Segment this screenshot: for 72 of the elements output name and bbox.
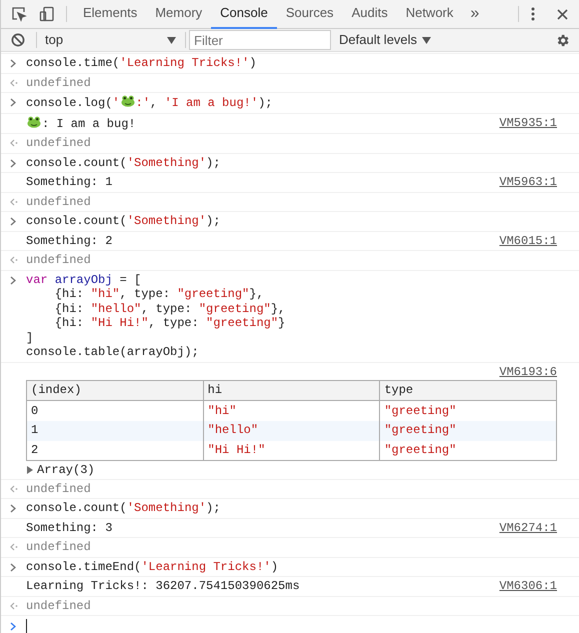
source-link[interactable]: VM6015:1 xyxy=(499,234,557,248)
code-line: {hi: "hi", type: "greeting"}, xyxy=(54,287,265,302)
clear-console-icon[interactable] xyxy=(11,33,25,47)
result-arrow-icon xyxy=(10,602,18,610)
code-line: console.log(' :', 'I am a bug!'); xyxy=(26,95,272,110)
log-message: Something: 1 xyxy=(26,175,114,190)
table-cell: 2 xyxy=(26,440,204,460)
context-select[interactable]: top xyxy=(37,29,182,51)
column-header[interactable]: type xyxy=(380,380,556,400)
source-link[interactable]: VM6306:1 xyxy=(499,579,557,594)
column-header[interactable]: (index) xyxy=(26,380,204,400)
log-message: : I am a bug! xyxy=(26,116,500,131)
panel-tab[interactable]: Audits xyxy=(342,0,397,28)
prompt-icon xyxy=(10,562,16,572)
result-arrow-icon xyxy=(10,484,18,492)
log-message: Something: 2 xyxy=(26,234,114,248)
result-text: undefined xyxy=(26,136,91,150)
code-line: console.count('Something'); xyxy=(26,501,220,516)
code-line: {hi: "Hi Hi!", type: "greeting"} xyxy=(54,316,286,330)
result-arrow-icon xyxy=(10,256,18,264)
source-link[interactable]: VM6193:6 xyxy=(499,364,557,379)
prompt-icon xyxy=(10,276,16,284)
input-prompt-icon xyxy=(10,622,16,630)
panel-tab[interactable]: Elements xyxy=(74,0,146,28)
source-link[interactable]: VM5935:1 xyxy=(499,116,557,131)
device-toolbar-icon[interactable] xyxy=(39,6,55,22)
more-tabs-button[interactable]: » xyxy=(462,2,488,26)
prompt-icon xyxy=(10,98,16,107)
settings-icon[interactable] xyxy=(555,32,570,48)
prompt-icon xyxy=(10,217,16,226)
result-text: undefined xyxy=(26,76,91,90)
dropdown-arrow-icon xyxy=(167,36,176,44)
source-link[interactable]: VM6274:1 xyxy=(499,520,557,535)
inspect-element-icon[interactable] xyxy=(11,6,27,22)
code-line: console.timeEnd('Learning Tricks!') xyxy=(26,560,278,574)
result-arrow-icon xyxy=(10,139,18,147)
code-line: console.count('Something'); xyxy=(26,214,220,228)
panel-tab[interactable]: Network xyxy=(396,0,462,28)
filter-field[interactable]: Filter xyxy=(189,30,331,50)
close-icon[interactable] xyxy=(557,8,568,20)
code-line: var arrayObj = [ xyxy=(26,272,142,287)
log-message: Learning Tricks!: 36207.754150390625ms xyxy=(26,579,301,594)
code-line: console.count('Something'); xyxy=(26,156,220,170)
log-message: Something: 3 xyxy=(26,520,114,535)
result-arrow-icon xyxy=(10,543,18,551)
prompt-icon xyxy=(10,158,16,168)
result-text: undefined xyxy=(26,253,91,268)
result-text: undefined xyxy=(26,540,91,554)
result-text: undefined xyxy=(26,194,91,209)
code-line: {hi: "hello", type: "greeting"}, xyxy=(54,302,286,316)
column-header[interactable]: hi xyxy=(203,380,380,400)
result-arrow-icon xyxy=(10,198,18,206)
prompt-icon xyxy=(10,504,16,513)
code-line: console.table(arrayObj); xyxy=(26,345,200,360)
array-summary[interactable]: Array(3) xyxy=(37,463,95,478)
table-cell: "Hi Hi!" xyxy=(203,440,380,460)
log-levels-dropdown[interactable]: Default levels xyxy=(339,29,432,51)
dropdown-arrow-icon xyxy=(422,36,432,44)
code-line: console.time('Learning Tricks!') xyxy=(26,56,256,70)
result-text: undefined xyxy=(26,598,91,613)
source-link[interactable]: VM5963:1 xyxy=(499,175,557,190)
result-arrow-icon xyxy=(10,78,18,86)
more-options-icon[interactable] xyxy=(531,7,535,21)
prompt-icon xyxy=(10,59,16,68)
table-cell: "greeting" xyxy=(380,440,556,460)
panel-tab[interactable]: Sources xyxy=(276,0,343,28)
panel-tab[interactable]: Memory xyxy=(146,0,212,28)
frog-icon xyxy=(27,116,41,128)
code-line: ] xyxy=(26,330,34,345)
result-text: undefined xyxy=(26,482,91,496)
frog-icon xyxy=(120,95,135,107)
collapsed-triangle-icon[interactable] xyxy=(26,466,34,474)
